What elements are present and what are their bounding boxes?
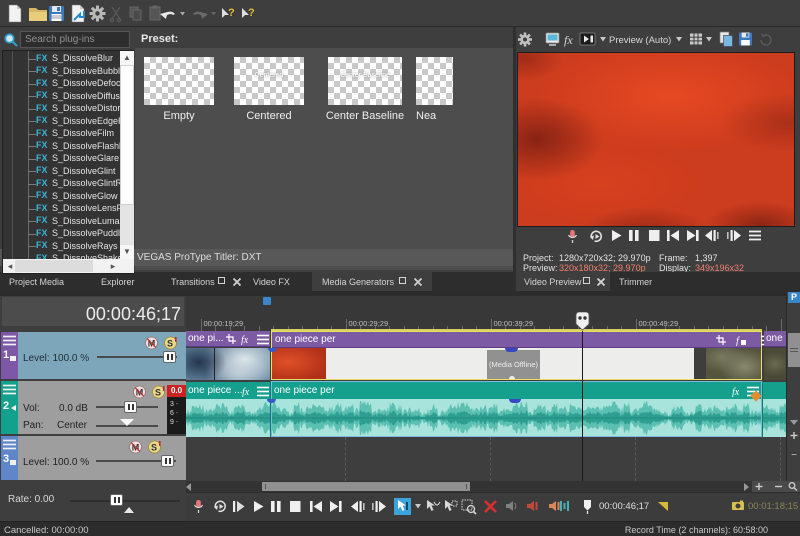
svg-text:00:00:46;17: 00:00:46;17 (599, 501, 649, 512)
svg-text:Preview (Auto): Preview (Auto) (609, 35, 671, 46)
svg-text:S: S (167, 339, 173, 349)
svg-text:?: ? (248, 7, 255, 19)
svg-text:S: S (155, 388, 161, 398)
svg-text:fx: fx (564, 33, 573, 47)
svg-text:S: S (151, 443, 157, 453)
svg-text:f: f (736, 336, 740, 346)
svg-text:fx: fx (241, 335, 249, 345)
svg-text:fx: fx (242, 387, 250, 397)
svg-text:00:01:18;15: 00:01:18;15 (748, 501, 798, 512)
svg-text:?: ? (228, 7, 235, 19)
